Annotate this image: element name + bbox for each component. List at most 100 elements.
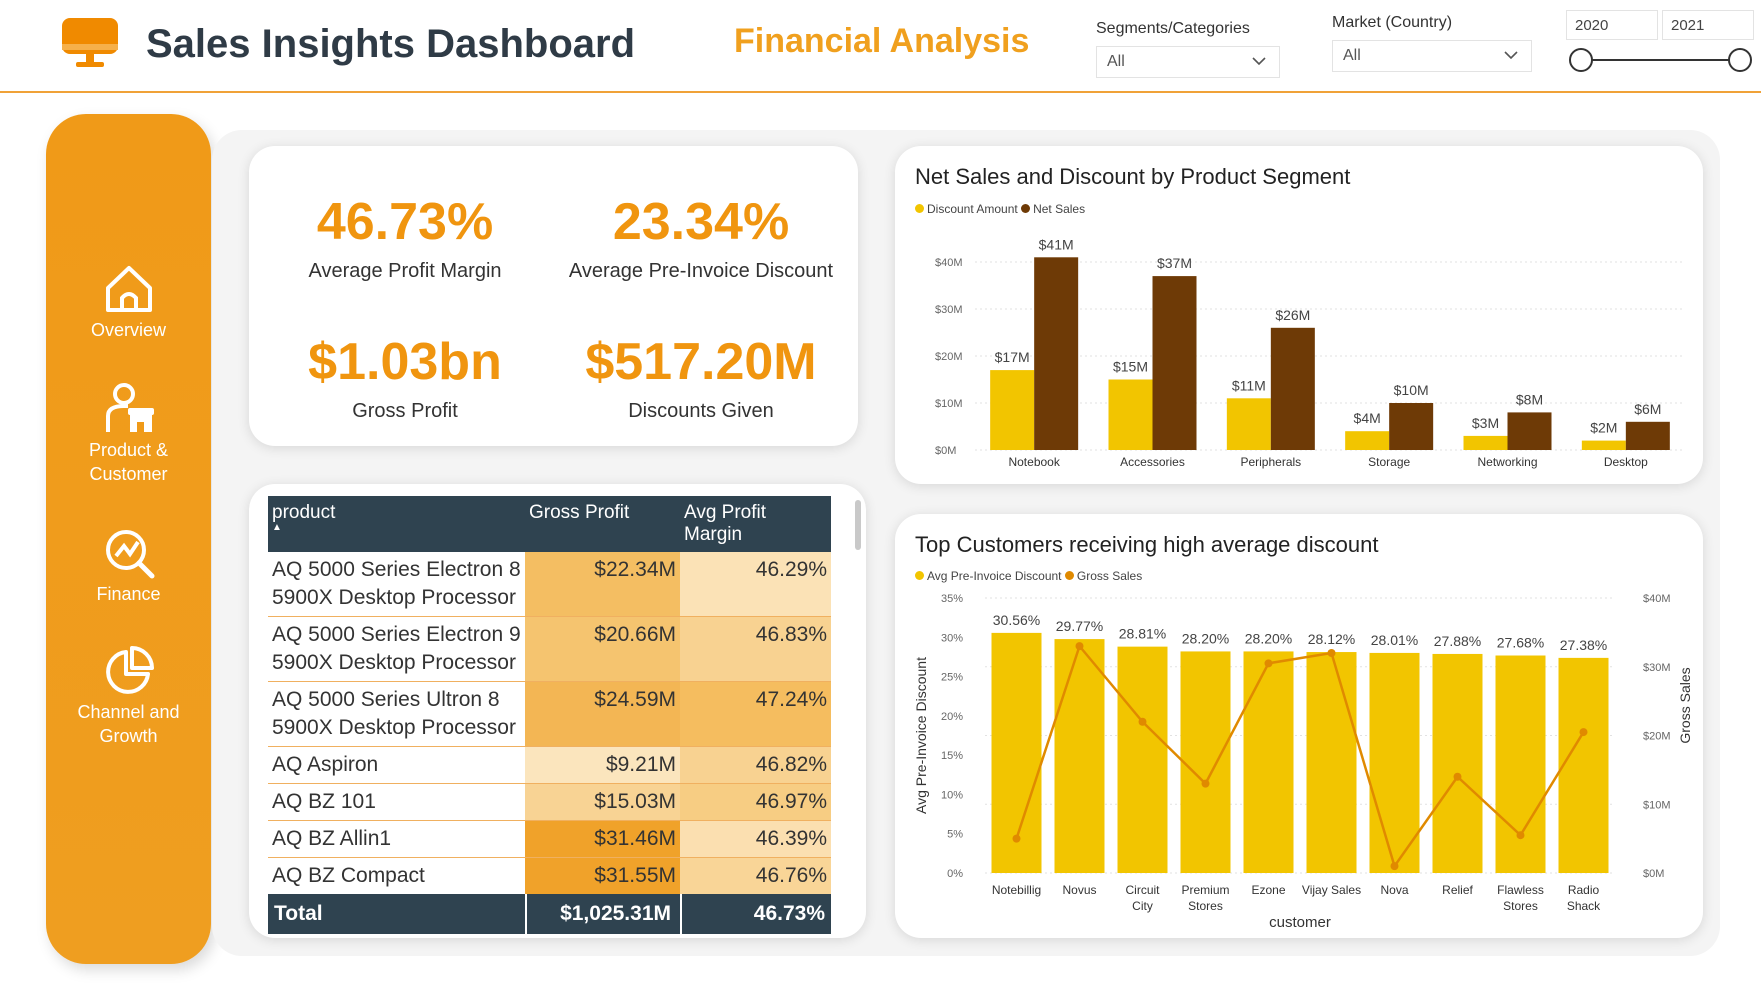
customer-chart-legend: Avg Pre-Invoice Discount Gross Sales bbox=[915, 569, 1142, 583]
data-label: $8M bbox=[1516, 391, 1543, 407]
bar bbox=[1389, 403, 1434, 450]
kpi-discounts: $517.20M Discounts Given bbox=[551, 332, 851, 423]
cell-avg-profit-margin: 46.39% bbox=[680, 820, 831, 858]
data-label: $10M bbox=[1394, 382, 1429, 398]
x-tick-label: Radio bbox=[1568, 883, 1600, 897]
kpi-gross-profit: $1.03bn Gross Profit bbox=[255, 332, 555, 423]
y2-tick-label: $0M bbox=[1643, 868, 1664, 880]
cell-avg-profit-margin: 47.24% bbox=[680, 681, 831, 747]
nav-channel-growth[interactable]: Channel and Growth bbox=[46, 644, 211, 748]
market-filter-label: Market (Country) bbox=[1332, 14, 1453, 31]
table-row[interactable]: AQ BZ Compact $31.55M 46.76% bbox=[268, 857, 831, 895]
x-tick-label: Networking bbox=[1477, 455, 1537, 469]
cell-avg-profit-margin: 46.82% bbox=[680, 746, 831, 784]
product-table: product ▲ Gross Profit Avg Profit Margin … bbox=[268, 496, 831, 932]
data-label: $41M bbox=[1039, 236, 1074, 252]
data-label: $17M bbox=[995, 349, 1030, 365]
y-tick-label: 25% bbox=[941, 672, 963, 684]
market-dropdown[interactable]: All bbox=[1332, 40, 1532, 72]
year-end-input[interactable]: 2021 bbox=[1662, 10, 1754, 40]
y-tick-label: 35% bbox=[941, 593, 963, 605]
x-tick-label: Notebillig bbox=[992, 883, 1041, 897]
column-header-avg-profit-margin[interactable]: Avg Profit Margin bbox=[680, 496, 831, 552]
legend-net-sales[interactable]: Net Sales bbox=[1021, 202, 1085, 216]
x-tick-label: Desktop bbox=[1604, 455, 1648, 469]
table-scrollbar[interactable] bbox=[855, 500, 861, 550]
cell-avg-profit-margin: 46.76% bbox=[680, 857, 831, 895]
table-row[interactable]: AQ BZ Allin1 $31.46M 46.39% bbox=[268, 820, 831, 858]
table-row[interactable]: AQ 5000 Series Electron 9 5900X Desktop … bbox=[268, 616, 831, 682]
cell-avg-profit-margin: 46.83% bbox=[680, 616, 831, 682]
cell-product: AQ Aspiron bbox=[268, 746, 525, 784]
line-point bbox=[1327, 649, 1336, 657]
line-point bbox=[1579, 728, 1588, 737]
data-label: $4M bbox=[1354, 410, 1381, 426]
y2-tick-label: $10M bbox=[1643, 799, 1671, 811]
column-header-gross-profit[interactable]: Gross Profit bbox=[525, 496, 680, 552]
y2-tick-label: $40M bbox=[1643, 593, 1671, 605]
year-slider-track[interactable] bbox=[1580, 59, 1740, 61]
y-tick-label: $30M bbox=[935, 304, 963, 316]
kpi-pre-invoice: 23.34% Average Pre-Invoice Discount bbox=[551, 192, 851, 283]
y2-tick-label: $20M bbox=[1643, 731, 1671, 743]
cell-product: AQ 5000 Series Electron 8 5900X Desktop … bbox=[268, 552, 525, 617]
x-tick-label: Vijay Sales bbox=[1302, 883, 1361, 897]
kpi-profit-margin-label: Average Profit Margin bbox=[308, 260, 502, 282]
nav-overview[interactable]: Overview bbox=[46, 262, 211, 342]
segments-dropdown[interactable]: All bbox=[1096, 46, 1280, 78]
year-slider-start-handle[interactable] bbox=[1569, 48, 1593, 72]
nav-product-customer[interactable]: Product & Customer bbox=[46, 382, 211, 486]
cell-gross-profit: $24.59M bbox=[525, 681, 680, 747]
column-header-product[interactable]: product ▲ bbox=[268, 496, 525, 552]
line-point bbox=[1264, 659, 1273, 668]
nav-overview-label: Overview bbox=[90, 320, 166, 340]
market-dropdown-value: All bbox=[1343, 47, 1361, 64]
chevron-down-icon bbox=[1252, 57, 1266, 66]
x-tick-label: Shack bbox=[1567, 899, 1601, 913]
year-start-input[interactable]: 2020 bbox=[1566, 10, 1658, 40]
page-subtitle: Financial Analysis bbox=[734, 22, 1030, 60]
bar bbox=[1270, 327, 1315, 450]
x-tick-label: City bbox=[1132, 899, 1153, 913]
y-tick-label: $0M bbox=[935, 445, 956, 457]
y-tick-label: 15% bbox=[941, 750, 963, 762]
y-tick-label: $10M bbox=[935, 398, 963, 410]
table-header-row: product ▲ Gross Profit Avg Profit Margin bbox=[268, 496, 831, 552]
kpi-discounts-value: $517.20M bbox=[585, 333, 817, 391]
year-slider-end-handle[interactable] bbox=[1728, 48, 1752, 72]
x-axis-label: customer bbox=[1269, 914, 1331, 931]
bar bbox=[1345, 431, 1390, 450]
bar bbox=[1152, 276, 1197, 450]
table-row[interactable]: AQ 5000 Series Ultron 8 5900X Desktop Pr… bbox=[268, 681, 831, 747]
y2-axis-label: Gross Sales bbox=[1677, 667, 1693, 743]
cell-product: AQ 5000 Series Ultron 8 5900X Desktop Pr… bbox=[268, 681, 525, 747]
x-tick-label: Premium bbox=[1181, 883, 1229, 897]
data-label: $11M bbox=[1232, 377, 1266, 393]
legend-avg-pre-invoice[interactable]: Avg Pre-Invoice Discount bbox=[915, 569, 1062, 583]
legend-discount-amount[interactable]: Discount Amount bbox=[915, 202, 1018, 216]
bar bbox=[1108, 379, 1153, 450]
data-label: $37M bbox=[1157, 255, 1192, 271]
x-tick-label: Accessories bbox=[1120, 455, 1185, 469]
data-label: 28.81% bbox=[1119, 626, 1166, 642]
kpi-discounts-label: Discounts Given bbox=[628, 400, 774, 422]
x-tick-label: Notebook bbox=[1008, 455, 1060, 469]
bar bbox=[1581, 440, 1626, 450]
table-row[interactable]: AQ BZ 101 $15.03M 46.97% bbox=[268, 783, 831, 821]
table-row[interactable]: AQ 5000 Series Electron 8 5900X Desktop … bbox=[268, 552, 831, 617]
legend-gross-sales[interactable]: Gross Sales bbox=[1064, 569, 1142, 583]
kpi-profit-margin: 46.73% Average Profit Margin bbox=[255, 192, 555, 283]
x-tick-label: Nova bbox=[1380, 883, 1408, 897]
line-point bbox=[1390, 862, 1399, 871]
kpi-pre-invoice-value: 23.34% bbox=[612, 193, 790, 251]
bar bbox=[1495, 655, 1546, 873]
table-row[interactable]: AQ Aspiron $9.21M 46.82% bbox=[268, 746, 831, 784]
data-label: 28.01% bbox=[1371, 632, 1418, 648]
data-label: $26M bbox=[1275, 307, 1310, 323]
data-label: 28.20% bbox=[1245, 630, 1292, 646]
data-label: $15M bbox=[1113, 359, 1148, 375]
y2-tick-label: $30M bbox=[1643, 662, 1671, 674]
segments-dropdown-value: All bbox=[1107, 53, 1125, 70]
x-tick-label: Novus bbox=[1062, 883, 1096, 897]
nav-finance[interactable]: Finance bbox=[46, 526, 211, 606]
